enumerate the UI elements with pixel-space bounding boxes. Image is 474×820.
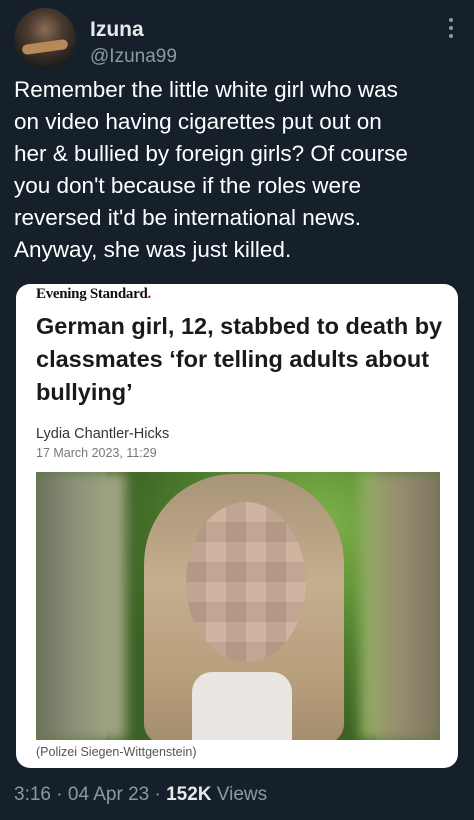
article-author: Lydia Chantler-Hicks (36, 426, 170, 442)
photo-caption: (Polizei Siegen-Wittgenstein) (36, 745, 197, 759)
publication-name: Evening Standard (36, 286, 148, 302)
pixelated-face (186, 502, 306, 662)
tweet-time[interactable]: 3:16 (14, 784, 51, 805)
publication-logo: Evening Standard. (36, 286, 151, 303)
tweet-meta: 3:16 · 04 Apr 23 · 152K Views (14, 784, 268, 805)
tweet-text: Remember the little white girl who was o… (14, 77, 408, 262)
author-handle[interactable]: @Izuna99 (90, 46, 177, 68)
publication-dot: . (147, 286, 152, 302)
avatar[interactable] (14, 8, 76, 70)
author-name[interactable]: Izuna (90, 18, 144, 42)
views-count[interactable]: 152K (166, 784, 211, 805)
link-card[interactable]: Evening Standard. German girl, 12, stabb… (16, 284, 458, 768)
article-photo[interactable] (36, 472, 440, 740)
views-label: Views (211, 784, 268, 805)
more-vertical-icon[interactable] (448, 18, 454, 42)
article-date: 17 March 2023, 11:29 (36, 446, 157, 460)
tweet-date[interactable]: 04 Apr 23 (68, 784, 149, 805)
tweet-header: Izuna @Izuna99 (14, 8, 460, 70)
article-headline[interactable]: German girl, 12, stabbed to death by cla… (36, 310, 446, 409)
